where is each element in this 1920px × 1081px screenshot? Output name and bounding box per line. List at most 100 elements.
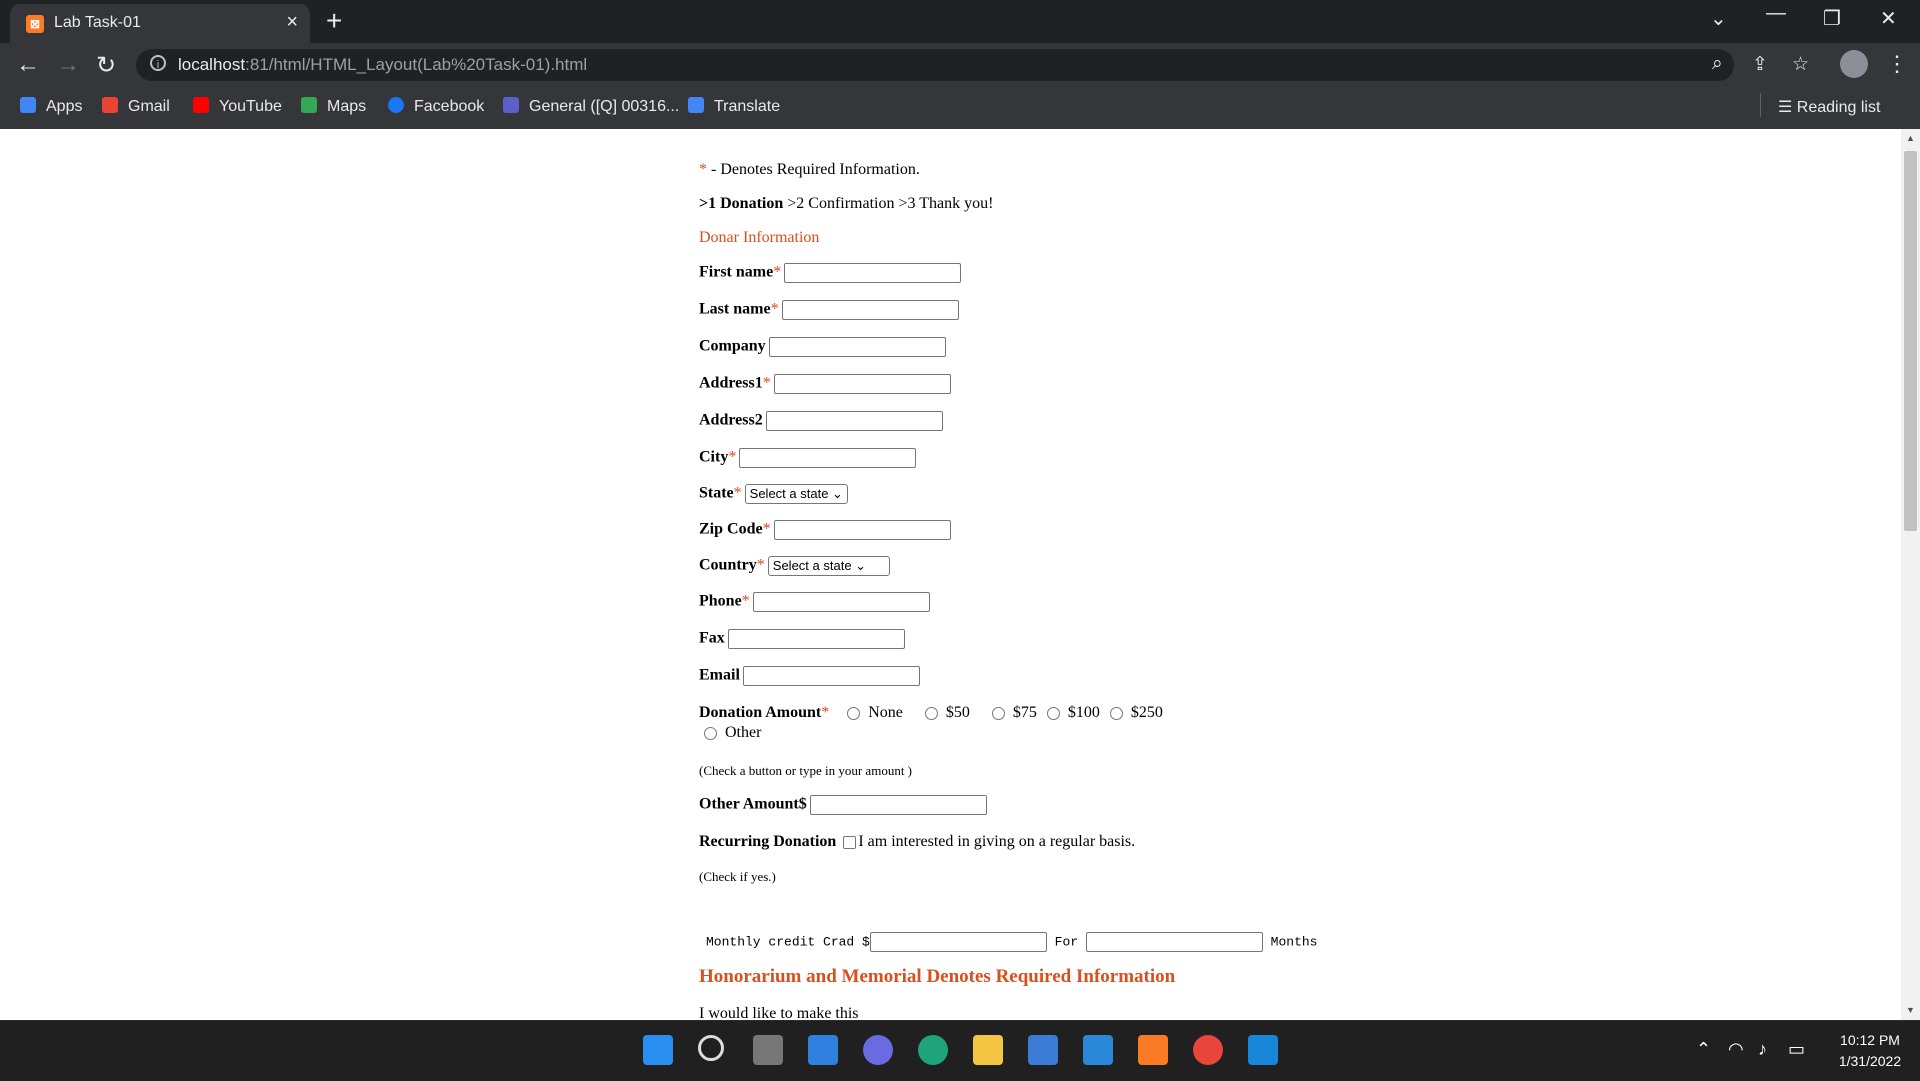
country-row: Country* Select a state ⌄ — [699, 556, 890, 576]
bookmark-facebook[interactable]: Facebook — [388, 97, 484, 116]
teams-icon — [503, 97, 519, 113]
youtube-icon — [193, 97, 209, 113]
windows-taskbar: ⌃ ◠ ♪ ▭ 10:12 PM 1/31/2022 — [0, 1020, 1920, 1081]
last-name-input[interactable] — [781, 300, 959, 320]
donation-other-radio[interactable] — [704, 726, 717, 740]
reading-list[interactable]: ☰ Reading list — [1760, 93, 1880, 117]
gmail-icon — [102, 97, 118, 113]
show-hidden-icon[interactable]: ⌃ — [1696, 1039, 1711, 1060]
facebook-icon — [388, 97, 404, 113]
company-row: Company — [699, 337, 946, 357]
email-row: Email — [699, 666, 920, 686]
donation-amount-row: Donation Amount* None $50 $75 $100 $250 — [699, 704, 1163, 721]
widgets-icon[interactable] — [808, 1035, 838, 1065]
edge-icon[interactable] — [918, 1035, 948, 1065]
steps-indicator: >1 Donation >2 Confirmation >3 Thank you… — [699, 195, 994, 212]
first-name-input[interactable] — [784, 263, 962, 283]
bookmark-maps[interactable]: Maps — [301, 97, 366, 116]
first-name-row: First name* — [699, 263, 962, 283]
country-select[interactable]: Select a state ⌄ — [767, 556, 890, 576]
page-viewport: * - Denotes Required Information. >1 Don… — [0, 129, 1901, 1020]
state-select[interactable]: Select a state ⌄ — [744, 484, 848, 504]
city-input[interactable] — [739, 448, 917, 468]
bookmark-youtube[interactable]: YouTube — [193, 97, 282, 116]
donation-100-radio[interactable] — [1046, 706, 1060, 720]
minimize-icon[interactable]: — — [1766, 2, 1786, 25]
fax-row: Fax — [699, 629, 905, 649]
other-amount-row: Other Amount$ — [699, 795, 987, 815]
tab-search-icon[interactable]: ⌄ — [1710, 6, 1727, 31]
xampp-taskbar-icon[interactable] — [1138, 1035, 1168, 1065]
tab-strip: ⊠ Lab Task-01 × + ⌄ — ❐ ✕ — [0, 0, 1920, 43]
mail-icon[interactable] — [1083, 1035, 1113, 1065]
apps-grid-icon — [20, 97, 36, 113]
bookmark-teams[interactable]: General ([Q] 00316... — [503, 97, 679, 116]
star-icon[interactable]: ☆ — [1792, 53, 1809, 76]
tab-title: Lab Task-01 — [54, 14, 141, 31]
share-icon[interactable]: ⇪ — [1752, 53, 1768, 76]
wifi-icon[interactable]: ◠ — [1728, 1039, 1744, 1060]
recurring-checkbox[interactable] — [843, 835, 857, 849]
profile-avatar[interactable] — [1840, 50, 1868, 78]
tab-active[interactable]: ⊠ Lab Task-01 × — [10, 4, 310, 43]
other-amount-input[interactable] — [809, 795, 987, 815]
address2-input[interactable] — [765, 411, 943, 431]
email-input[interactable] — [742, 666, 920, 686]
scrollbar-thumb[interactable] — [1904, 151, 1917, 531]
back-icon[interactable]: ← — [16, 51, 40, 79]
scroll-down-icon[interactable]: ▼ — [1906, 1005, 1915, 1015]
clock[interactable]: 10:12 PM 1/31/2022 — [1832, 1030, 1908, 1072]
address1-row: Address1* — [699, 374, 951, 394]
file-explorer-icon[interactable] — [973, 1035, 1003, 1065]
address1-input[interactable] — [773, 374, 951, 394]
zip-row: Zip Code* — [699, 520, 951, 540]
section-donor-info: Donar Information — [699, 229, 820, 246]
city-row: City* — [699, 448, 917, 468]
donation-75-radio[interactable] — [991, 706, 1005, 720]
zoom-icon[interactable]: ⌕ — [1712, 53, 1723, 75]
required-note: * - Denotes Required Information. — [699, 161, 920, 178]
search-icon[interactable] — [698, 1035, 724, 1061]
close-tab-icon[interactable]: × — [286, 11, 298, 34]
start-icon[interactable] — [643, 1035, 673, 1065]
url-text[interactable]: localhost:81/html/HTML_Layout(Lab%20Task… — [178, 55, 587, 75]
fax-input[interactable] — [727, 629, 905, 649]
volume-icon[interactable]: ♪ — [1758, 1039, 1767, 1060]
monthly-row: Monthly credit Crad $ For Months — [706, 932, 1317, 952]
donation-250-radio[interactable] — [1109, 706, 1123, 720]
bookmark-translate[interactable]: Translate — [688, 97, 780, 116]
info-icon[interactable]: i — [150, 55, 166, 71]
donation-50-radio[interactable] — [924, 706, 938, 720]
donation-hint: (Check a button or type in your amount ) — [699, 763, 913, 778]
reload-icon[interactable]: ↻ — [96, 51, 116, 80]
months-input[interactable] — [1085, 932, 1263, 952]
scroll-up-icon[interactable]: ▲ — [1906, 133, 1915, 143]
monthly-amount-input[interactable] — [869, 932, 1047, 952]
company-input[interactable] — [768, 337, 946, 357]
donation-other-row: Other — [699, 724, 761, 742]
toolbar: ← → ↻ i localhost:81/html/HTML_Layout(La… — [0, 43, 1920, 87]
restore-icon[interactable]: ❐ — [1823, 6, 1841, 31]
vscode-icon[interactable] — [1248, 1035, 1278, 1065]
teams-chat-icon[interactable] — [863, 1035, 893, 1065]
vertical-scrollbar[interactable]: ▲ ▼ — [1901, 129, 1920, 1020]
recurring-row: Recurring Donation I am interested in giv… — [699, 833, 1136, 850]
state-row: State* Select a state ⌄ — [699, 484, 848, 504]
xampp-icon: ⊠ — [26, 15, 44, 33]
forward-icon[interactable]: → — [56, 51, 80, 79]
address-bar[interactable]: i localhost:81/html/HTML_Layout(Lab%20Ta… — [136, 49, 1809, 81]
donation-none-radio[interactable] — [847, 706, 861, 720]
task-view-icon[interactable] — [753, 1035, 783, 1065]
bookmark-gmail[interactable]: Gmail — [102, 97, 170, 116]
recurring-hint: (Check if yes.) — [699, 869, 776, 884]
new-tab-icon[interactable]: + — [326, 5, 342, 37]
zip-input[interactable] — [773, 520, 951, 540]
chrome-icon[interactable] — [1193, 1035, 1223, 1065]
bookmark-apps[interactable]: Apps — [20, 97, 82, 116]
close-window-icon[interactable]: ✕ — [1880, 6, 1897, 31]
battery-icon[interactable]: ▭ — [1788, 1039, 1805, 1060]
phone-input[interactable] — [752, 592, 930, 612]
menu-icon[interactable]: ⋮ — [1886, 51, 1908, 77]
phone-row: Phone* — [699, 592, 930, 612]
store-icon[interactable] — [1028, 1035, 1058, 1065]
